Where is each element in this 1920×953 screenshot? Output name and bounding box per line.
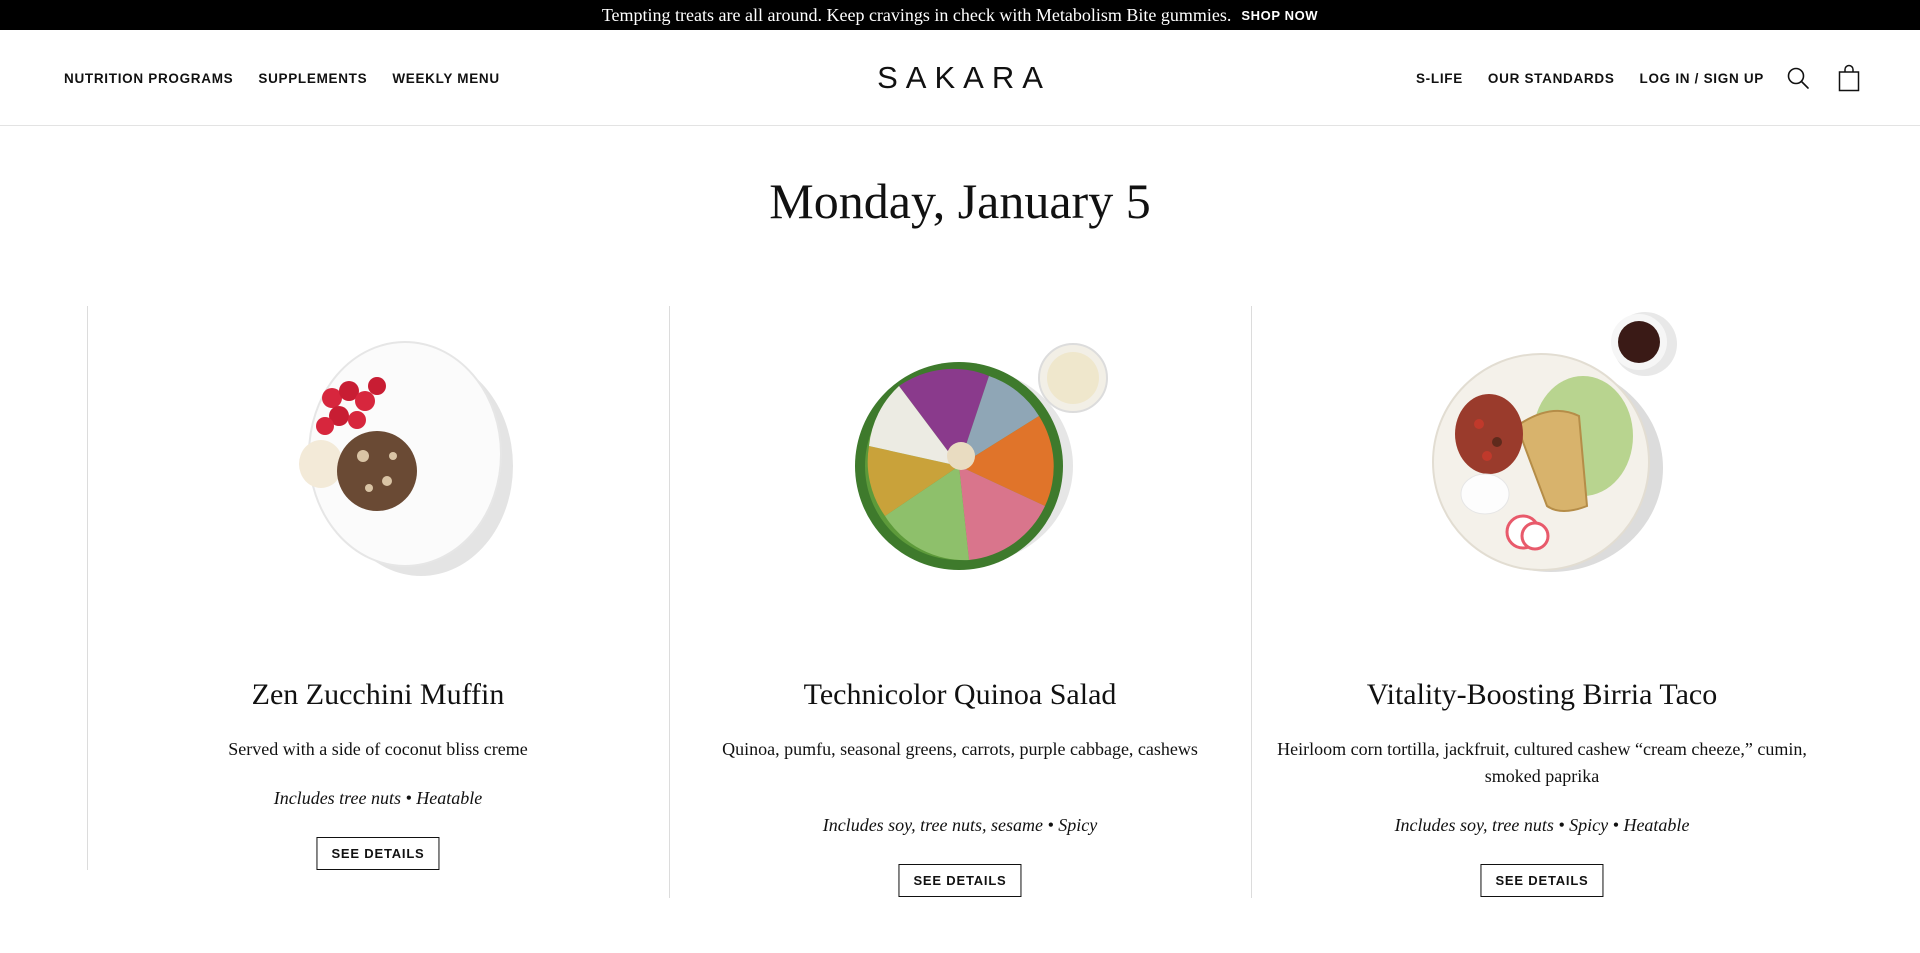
menu-card: Vitality-Boosting Birria Taco Heirloom c…: [1251, 306, 1833, 898]
dish-description: Heirloom corn tortilla, jackfruit, cultu…: [1277, 739, 1807, 786]
dish-tags: Includes soy, tree nuts • Spicy • Heatab…: [1394, 815, 1690, 835]
dish-image[interactable]: [669, 306, 1251, 606]
see-details-button[interactable]: SEE DETAILS: [1480, 864, 1604, 897]
dish-image[interactable]: [87, 306, 669, 606]
see-details-button[interactable]: SEE DETAILS: [898, 864, 1022, 897]
menu-card: Zen Zucchini Muffin Served with a side o…: [87, 306, 669, 870]
nav-s-life[interactable]: S-LIFE: [1416, 71, 1463, 86]
see-details-button[interactable]: SEE DETAILS: [316, 837, 440, 870]
primary-nav: NUTRITION PROGRAMS SUPPLEMENTS WEEKLY ME…: [64, 30, 525, 126]
dish-image[interactable]: [1251, 306, 1833, 606]
nav-login-signup[interactable]: LOG IN / SIGN UP: [1640, 71, 1764, 86]
promo-text: Tempting treats are all around. Keep cra…: [601, 4, 1232, 25]
shop-now-link[interactable]: SHOP NOW: [1241, 8, 1318, 23]
dish-name: Technicolor Quinoa Salad: [803, 678, 1117, 711]
dish-name: Zen Zucchini Muffin: [251, 678, 505, 711]
sakara-logo[interactable]: SAKARA: [869, 60, 1051, 96]
dish-name: Vitality-Boosting Birria Taco: [1366, 678, 1718, 711]
menu-grid: Zen Zucchini Muffin Served with a side o…: [87, 306, 1839, 900]
nav-weekly-menu[interactable]: WEEKLY MENU: [392, 71, 499, 86]
promo-bar: Tempting treats are all around. Keep cra…: [0, 0, 1920, 30]
nav-nutrition-programs[interactable]: NUTRITION PROGRAMS: [64, 71, 233, 86]
site-header: NUTRITION PROGRAMS SUPPLEMENTS WEEKLY ME…: [0, 30, 1920, 126]
day-title: Monday, January 5: [769, 173, 1151, 229]
dish-description: Quinoa, pumfu, seasonal greens, carrots,…: [722, 739, 1198, 759]
secondary-nav: S-LIFE OUR STANDARDS LOG IN / SIGN UP: [1391, 30, 1860, 126]
search-icon[interactable]: [1786, 66, 1810, 90]
dish-tags: Includes soy, tree nuts, sesame • Spicy: [822, 815, 1098, 835]
dish-tags: Includes tree nuts • Heatable: [273, 788, 483, 808]
menu-card: Technicolor Quinoa Salad Quinoa, pumfu, …: [669, 306, 1251, 898]
dish-description: Served with a side of coconut bliss crem…: [228, 739, 528, 759]
nav-supplements[interactable]: SUPPLEMENTS: [258, 71, 367, 86]
bag-icon[interactable]: [1838, 64, 1860, 92]
nav-our-standards[interactable]: OUR STANDARDS: [1488, 71, 1615, 86]
